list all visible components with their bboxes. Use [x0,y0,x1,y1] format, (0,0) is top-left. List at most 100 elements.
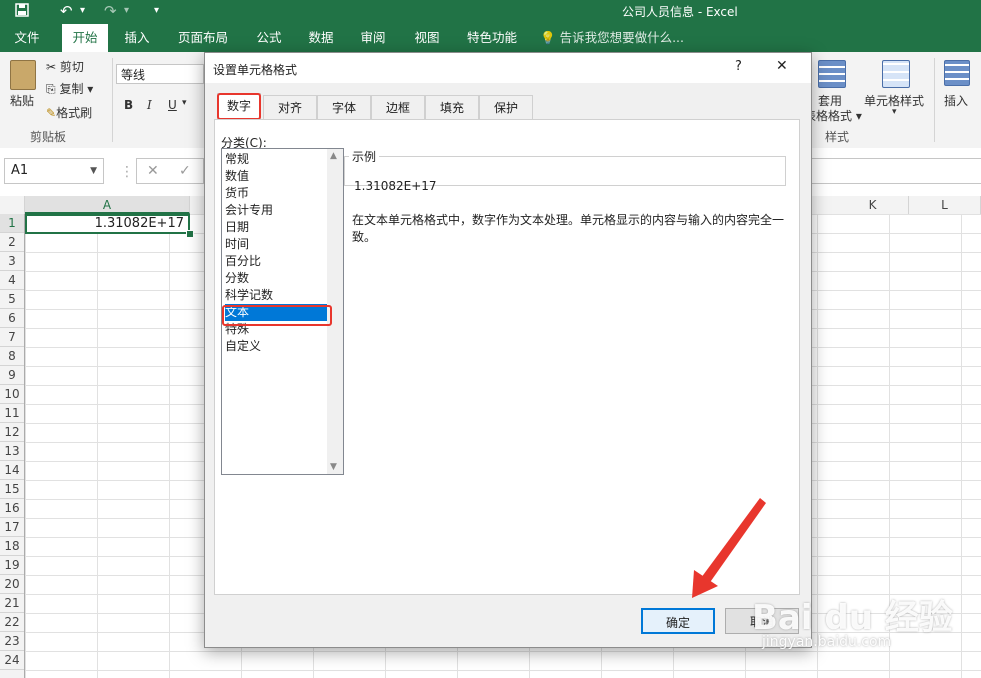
save-icon[interactable] [14,2,30,22]
cancel-entry-icon[interactable]: ✕ [147,163,159,179]
row-header[interactable]: 15 [0,480,24,499]
row-header[interactable]: 14 [0,461,24,480]
paste-button[interactable]: 粘贴 [10,92,34,109]
category-item[interactable]: 自定义 [225,338,327,355]
column-header-l[interactable]: L [909,196,981,214]
tab-special[interactable]: 特色功能 [460,24,524,52]
row-header[interactable]: 17 [0,518,24,537]
ok-button[interactable]: 确定 [641,608,715,634]
font-name-box[interactable]: 等线 [116,64,204,84]
insert-cells-button[interactable]: 插入 [944,92,968,109]
tab-home[interactable]: 开始 [62,24,108,52]
tell-me-text: 告诉我您想要做什么... [559,30,684,45]
tell-me-box[interactable]: 💡 告诉我您想要做什么... [540,24,690,52]
column-header-a[interactable]: A [25,196,190,214]
copy-icon: ⎘ [46,82,56,96]
cell-a1[interactable]: 1.31082E+17 [25,214,190,234]
row-header[interactable]: 12 [0,423,24,442]
undo-dropdown-icon[interactable]: ▾ [80,2,85,20]
highlight-number-tab [217,93,261,120]
tab-data[interactable]: 数据 [298,24,344,52]
row-header[interactable]: 18 [0,537,24,556]
category-item[interactable]: 分数 [225,270,327,287]
tab-fill[interactable]: 填充 [425,95,479,119]
tab-view[interactable]: 视图 [404,24,450,52]
confirm-entry-icon[interactable]: ✓ [179,163,191,179]
table-format-icon[interactable] [818,60,846,88]
close-icon[interactable]: ✕ [776,58,788,74]
row-header[interactable]: 2 [0,233,24,252]
row-header[interactable]: 5 [0,290,24,309]
redo-icon[interactable]: ↷ [104,2,117,20]
italic-button[interactable]: I [147,98,152,112]
underline-button[interactable]: U [168,98,177,112]
underline-dropdown-icon[interactable]: ▾ [182,98,187,108]
insert-cells-icon[interactable] [944,60,970,86]
tab-protection[interactable]: 保护 [479,95,533,119]
tab-alignment[interactable]: 对齐 [263,95,317,119]
category-item[interactable]: 货币 [225,185,327,202]
customize-qat-icon[interactable]: ▾ [154,2,159,20]
scroll-down-icon[interactable]: ▼ [330,462,337,472]
red-arrow-annotation [692,498,766,598]
fill-handle[interactable] [186,230,194,238]
category-item[interactable]: 数值 [225,168,327,185]
row-header[interactable]: 11 [0,404,24,423]
row-header[interactable]: 16 [0,499,24,518]
name-box[interactable]: A1 ▼ [4,158,104,184]
bold-button[interactable]: B [124,98,133,112]
tab-font[interactable]: 字体 [317,95,371,119]
row-header[interactable]: 8 [0,347,24,366]
lightbulb-icon: 💡 [540,30,556,45]
scroll-up-icon[interactable]: ▲ [330,151,337,161]
undo-icon[interactable]: ↶ [60,2,73,20]
paste-icon[interactable] [10,60,36,90]
row-header[interactable]: 7 [0,328,24,347]
category-item[interactable]: 时间 [225,236,327,253]
formula-buttons: ✕ ✓ [136,158,204,184]
help-button[interactable]: ? [735,59,742,74]
row-header[interactable]: 9 [0,366,24,385]
row-header[interactable]: 3 [0,252,24,271]
row-header[interactable]: 19 [0,556,24,575]
sample-group: 示例 1.31082E+17 [344,148,786,193]
name-box-value: A1 [11,163,29,178]
redo-dropdown-icon[interactable]: ▾ [124,2,129,20]
format-painter-button[interactable]: ✎格式刷 [46,104,92,121]
tab-file[interactable]: 文件 [4,24,50,52]
row-header[interactable]: 20 [0,575,24,594]
row-headers: 1 2 3 4 5 6 7 8 9 10 11 12 13 14 15 16 17 18 19 20 21 22 23 24 [0,214,25,678]
category-item[interactable]: 会计专用 [225,202,327,219]
formula-input[interactable] [810,158,981,184]
cell-styles-dropdown-icon[interactable]: ▾ [892,107,897,117]
table-format-label-2[interactable]: 表格格式 ▾ [804,107,862,124]
window-title: 公司人员信息 - Excel [622,5,738,19]
tab-page-layout[interactable]: 页面布局 [172,24,234,52]
ribbon-tabs: 文件 开始 插入 页面布局 公式 数据 审阅 视图 特色功能 💡 告诉我您想要做… [0,24,981,52]
copy-button[interactable]: ⎘ 复制 ▾ [46,80,93,97]
row-header[interactable]: 22 [0,613,24,632]
row-header[interactable]: 21 [0,594,24,613]
row-header[interactable]: 4 [0,271,24,290]
row-header[interactable]: 10 [0,385,24,404]
category-item[interactable]: 日期 [225,219,327,236]
row-header[interactable]: 6 [0,309,24,328]
title-bar: ↶ ▾ ↷ ▾ ▾ 公司人员信息 - Excel [0,0,981,24]
category-item[interactable]: 百分比 [225,253,327,270]
name-box-dropdown-icon[interactable]: ▼ [90,159,97,183]
cell-styles-icon[interactable] [882,60,910,88]
row-header[interactable]: 1 [0,214,24,233]
cut-button[interactable]: ✂ 剪切 [46,58,84,75]
row-header[interactable]: 24 [0,651,24,670]
tab-border[interactable]: 边框 [371,95,425,119]
row-header[interactable]: 13 [0,442,24,461]
sample-label: 示例 [352,150,377,164]
row-header[interactable]: 23 [0,632,24,651]
category-item[interactable]: 科学记数 [225,287,327,304]
column-header-k[interactable]: K [837,196,909,214]
tab-formulas[interactable]: 公式 [246,24,292,52]
tab-review[interactable]: 审阅 [350,24,396,52]
category-item[interactable]: 常规 [225,151,327,168]
tab-insert[interactable]: 插入 [114,24,160,52]
select-all-corner[interactable] [0,196,25,214]
